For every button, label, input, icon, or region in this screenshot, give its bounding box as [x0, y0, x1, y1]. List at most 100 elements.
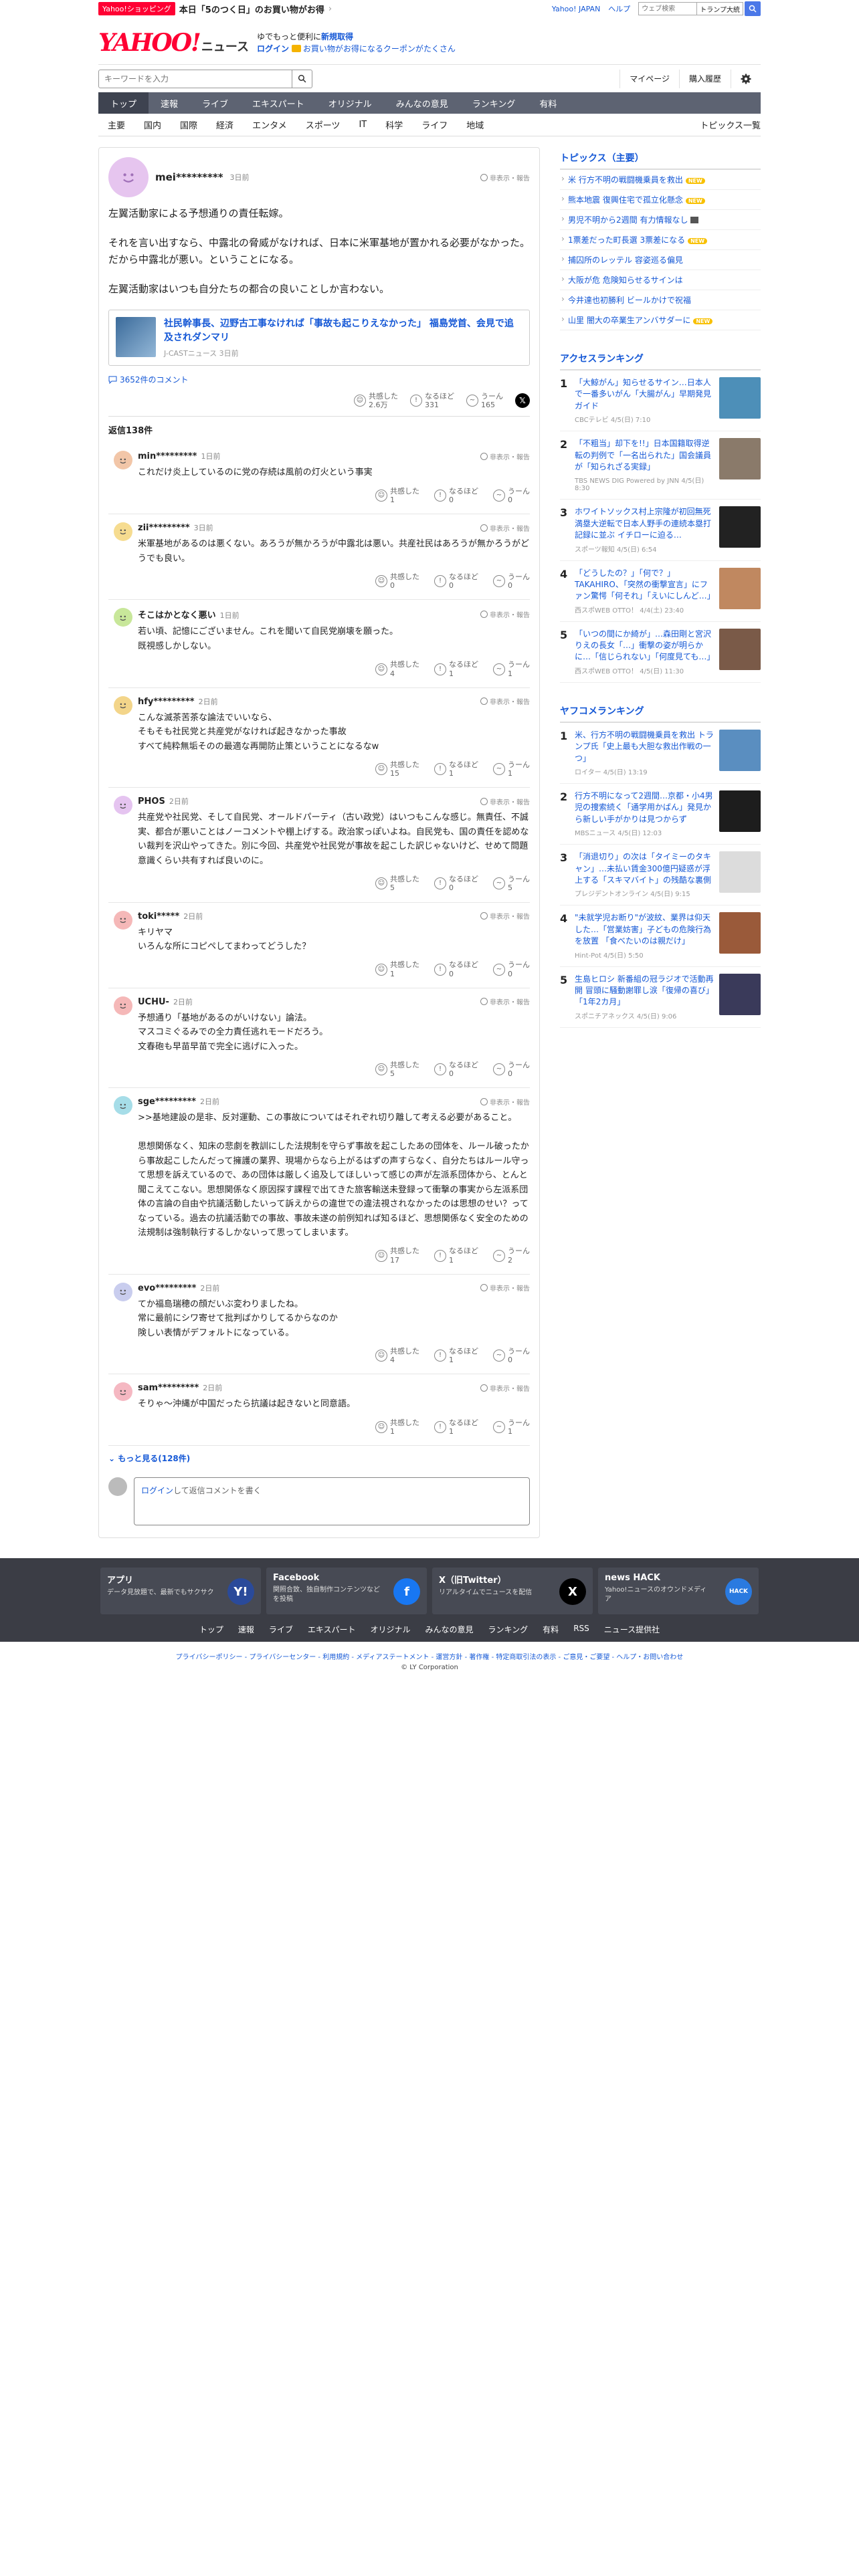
mypage-link[interactable]: マイページ [619, 69, 679, 88]
nav-paid[interactable]: 有料 [527, 92, 569, 114]
news-hack-card[interactable]: news HACK Yahoo!ニュースのオウンドメディア HACK [598, 1568, 759, 1615]
hmm-button[interactable]: ~ うーん 1 [493, 660, 530, 678]
reply-username[interactable]: toki***** [138, 911, 179, 922]
reply-username[interactable]: sam********* [138, 1383, 199, 1393]
ranking-item[interactable]: 3 「消退切り」の次は「タイミーのタキャン」…未払い賃金300億円疑惑が浮上する「… [560, 845, 761, 906]
naruhodo-button[interactable]: ! なるほど 0 [434, 960, 478, 978]
naruhodo-button[interactable]: ! なるほど 1 [434, 1418, 478, 1436]
hmm-button[interactable]: ~ うーん 0 [493, 487, 530, 504]
topics-list-link[interactable]: トピックス一覧 [700, 118, 761, 131]
login-link[interactable]: ログイン [257, 44, 289, 53]
footer-link[interactable]: ライブ [269, 1624, 293, 1635]
web-search-input[interactable] [638, 2, 698, 15]
keyword-input[interactable] [98, 69, 292, 88]
topic-item[interactable]: 米 行方不明の戦闘機乗員を救出NEW [560, 170, 761, 190]
comments-link[interactable]: 3652件のコメント [108, 374, 530, 385]
nav-expert[interactable]: エキスパート [240, 92, 316, 114]
empathy-button[interactable]: ☺ 共感した 5 [375, 1061, 419, 1078]
reply-username[interactable]: hfy********* [138, 697, 195, 707]
hide-report-button[interactable]: 非表示・報告 [480, 173, 530, 183]
nav-top[interactable]: トップ [98, 92, 149, 114]
nav-breaking[interactable]: 速報 [149, 92, 190, 114]
settings-button[interactable] [731, 69, 761, 88]
legal-links[interactable]: プライバシーポリシー - プライバシーセンター - 利用規約 - メディアステー… [0, 1651, 859, 1661]
x-card[interactable]: X（旧Twitter） リアルタイムでニュースを配信 X [432, 1568, 593, 1615]
ranking-item[interactable]: 1 「大鯨がん」知らせるサイン…日本人で一番多いがん「大腸がん」早期発見ガイド CB… [560, 370, 761, 432]
topics-heading[interactable]: トピックス（主要） [560, 147, 761, 170]
ranking-item[interactable]: 4 「どうしたの？」「何で？」TAKAHIRO、「突然の衝撃宣言」にファン驚愕「何… [560, 561, 761, 622]
hide-report-button[interactable]: 非表示・報告 [480, 451, 530, 461]
hmm-button[interactable]: ~ うーん 5 [493, 875, 530, 892]
hide-report-button[interactable]: 非表示・報告 [480, 996, 530, 1006]
hide-report-button[interactable]: 非表示・報告 [480, 1383, 530, 1393]
reply-username[interactable]: UCHU- [138, 997, 169, 1007]
empathy-button[interactable]: ☺ 共感した 4 [375, 660, 419, 678]
empathy-button[interactable]: ☺ 共感した 0 [375, 572, 419, 590]
footer-link[interactable]: エキスパート [308, 1624, 356, 1635]
yahoo-news-logo[interactable]: YAHOO! ニュース [98, 29, 249, 57]
ranking-item[interactable]: 2 行方不明になって2週間…京都・小4男児の捜索続く「通学用かばん」発見から新しい… [560, 784, 761, 845]
ranking-item[interactable]: 1 米、行方不明の戦闘機乗員を救出 トランプ氏「史上最も大胆な救出作戦の一つ」 ロイ… [560, 723, 761, 784]
hmm-button[interactable]: ~ うーん 0 [493, 1347, 530, 1364]
empathy-button[interactable]: ☺ 共感した 1 [375, 487, 419, 504]
signup-link[interactable]: 新規取得 [321, 32, 353, 41]
purchase-history-link[interactable]: 購入履歴 [678, 69, 731, 88]
topic-item[interactable]: 山里 闇大の卒業生アンバサダーにNEW [560, 310, 761, 330]
hide-report-button[interactable]: 非表示・報告 [480, 1283, 530, 1293]
help-link[interactable]: ヘルプ [608, 3, 630, 14]
reply-username[interactable]: そこはかとなく悪い [138, 611, 216, 621]
nav-ranking[interactable]: ランキング [460, 92, 528, 114]
subnav-it[interactable]: IT [349, 120, 376, 130]
hmm-button[interactable]: ~ うーん 1 [493, 1418, 530, 1436]
nav-original[interactable]: オリジナル [316, 92, 384, 114]
reply-username[interactable]: min********* [138, 451, 197, 461]
subnav-main[interactable]: 主要 [98, 118, 134, 131]
ranking-item[interactable]: 5 「いつの間にか綺が」…森田剛と宮沢りえの長女「…」衝撃の姿が明らかに…「信じら… [560, 622, 761, 683]
ranking-item[interactable]: 5 生島ヒロシ 新番組の冠ラジオで活動再開 冒頭に騒動謝罪し涙「復帰の喜び」「1年… [560, 967, 761, 1028]
footer-link[interactable]: 有料 [543, 1624, 559, 1635]
trend-chip[interactable]: トランプ大統 [697, 2, 743, 15]
footer-link[interactable]: ニュース提供社 [604, 1624, 660, 1635]
naruhodo-button[interactable]: ! なるほど 1 [434, 660, 478, 678]
topic-item[interactable]: 熊本地震 復興住宅で孤立化懸念NEW [560, 190, 761, 210]
ranking-item[interactable]: 3 ホワイトソックス村上宗隆が初回無死満塁大逆転で日本人野手の連続本塁打記録に並ぶ… [560, 500, 761, 561]
comment-ranking-heading[interactable]: ヤフコメランキング [560, 700, 761, 723]
promo-banner[interactable]: Yahoo!ショッピング 本日「5のつく日」のお買い物がお得 › [98, 2, 332, 15]
naruhodo-button[interactable]: ! なるほど 0 [434, 487, 478, 504]
source-article-card[interactable]: 社民幹事長、辺野古工事なければ「事故も起こりえなかった」 福島党首、会見で追及さ… [108, 310, 530, 366]
naruhodo-button[interactable]: ! なるほど 0 [434, 1061, 478, 1078]
naruhodo-button[interactable]: ! なるほど 0 [434, 875, 478, 892]
post-username[interactable]: mei********* [155, 171, 223, 183]
x-share-button[interactable]: 𝕏 [515, 393, 530, 409]
topic-item[interactable]: 捕囚所のレッテル 容姿巡る偏見 [560, 250, 761, 270]
empathy-button[interactable]: ☺ 共感した 1 [375, 1418, 419, 1436]
nav-opinions[interactable]: みんなの意見 [384, 92, 460, 114]
more-replies-button[interactable]: ⌄ もっと見る(128件) [108, 1453, 530, 1464]
reply-username[interactable]: sge********* [138, 1097, 196, 1107]
hide-report-button[interactable]: 非表示・報告 [480, 523, 530, 533]
hide-report-button[interactable]: 非表示・報告 [480, 796, 530, 807]
empathy-button[interactable]: ☺ 共感した 4 [375, 1347, 419, 1364]
web-search-button[interactable] [745, 1, 761, 16]
hmm-button[interactable]: ~ うーん 0 [493, 572, 530, 590]
topic-item[interactable]: 今井達也初勝利 ビールかけで祝福 [560, 290, 761, 310]
hide-report-button[interactable]: 非表示・報告 [480, 911, 530, 921]
naruhodo-button[interactable]: ! なるほど 1 [434, 760, 478, 778]
subnav-world[interactable]: 国際 [171, 118, 207, 131]
subnav-science[interactable]: 科学 [376, 118, 412, 131]
app-card[interactable]: アプリ データ見放題で、最新でもサクサク Y! [100, 1568, 261, 1615]
facebook-card[interactable]: Facebook 関照合致、独自制作コンテンツなどを投稿 f [266, 1568, 427, 1615]
reply-username[interactable]: PHOS [138, 796, 165, 807]
compose-login-link[interactable]: ログイン [141, 1486, 173, 1495]
subnav-economy[interactable]: 経済 [207, 118, 243, 131]
ranking-item[interactable]: 2 「不粗当」却下を!!」日本国籍取得逆転の判例で「一名出られた」国会議員が「知ら… [560, 431, 761, 500]
hmm-button[interactable]: ~ うーん 2 [493, 1247, 530, 1265]
keyword-search-button[interactable] [292, 69, 312, 88]
hmm-button[interactable]: ~ うーん 0 [493, 1061, 530, 1078]
topic-item[interactable]: 男児不明から2週間 有力情報なし [560, 210, 761, 230]
hide-report-button[interactable]: 非表示・報告 [480, 1097, 530, 1107]
empathy-button[interactable]: ☺ 共感した 15 [375, 760, 419, 778]
hmm-button[interactable]: ~ うーん 165 [466, 392, 503, 409]
footer-link[interactable]: トップ [199, 1624, 223, 1635]
subnav-life[interactable]: ライフ [412, 118, 457, 131]
